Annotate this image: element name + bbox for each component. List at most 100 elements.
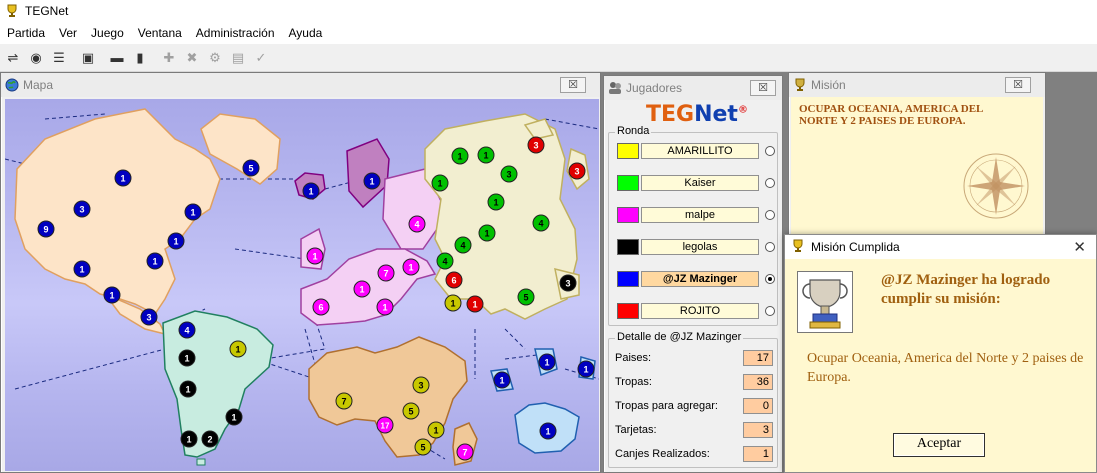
regroup-icon[interactable]: ⚙ — [204, 47, 226, 69]
army-marker[interactable]: 1 — [73, 260, 91, 278]
accept-button[interactable]: Aceptar — [893, 433, 985, 457]
army-marker[interactable]: 1 — [577, 360, 595, 378]
army-marker[interactable]: 1 — [302, 182, 320, 200]
dialog-close-button[interactable]: ✕ — [1073, 238, 1086, 256]
army-marker[interactable]: 1 — [493, 371, 511, 389]
army-marker[interactable]: 4 — [178, 321, 196, 339]
army-marker[interactable]: 3 — [527, 136, 545, 154]
army-count: 7 — [341, 397, 346, 407]
army-count: 4 — [414, 220, 419, 230]
player-turn-radio[interactable] — [765, 178, 775, 188]
army-marker[interactable]: 1 — [431, 174, 449, 192]
player-turn-radio[interactable] — [765, 146, 775, 156]
teg-trophy-icon — [5, 4, 19, 18]
army-marker[interactable]: 1 — [363, 172, 381, 190]
attack-icon[interactable]: ✖ — [181, 47, 203, 69]
mission-window-caption: Misión ☒ — [789, 73, 1045, 97]
army-marker[interactable]: 1 — [444, 294, 462, 312]
player-row[interactable]: Kaiser — [617, 173, 775, 193]
army-marker[interactable]: 1 — [184, 203, 202, 221]
player-turn-radio[interactable] — [765, 274, 775, 284]
save-icon[interactable]: ▣ — [77, 47, 99, 69]
add-armies-icon[interactable]: ✚ — [158, 47, 180, 69]
army-marker[interactable]: 9 — [37, 220, 55, 238]
world-map-canvas[interactable]: 151139111113147116 11771 11314144533613113… — [5, 99, 599, 471]
army-marker[interactable]: 3 — [500, 165, 518, 183]
player-row[interactable]: @JZ Mazinger — [617, 269, 775, 289]
army-marker[interactable]: 1 — [538, 353, 556, 371]
player-name: AMARILLITO — [641, 143, 759, 159]
army-marker[interactable]: 1 — [466, 295, 484, 313]
army-marker[interactable]: 1 — [179, 380, 197, 398]
players-close-button[interactable]: ☒ — [750, 80, 776, 96]
card-exchange-icon[interactable]: ▤ — [227, 47, 249, 69]
detail-row: Paises: 17 — [615, 349, 773, 367]
army-marker[interactable]: 1 — [478, 224, 496, 242]
menu-ventana[interactable]: Ventana — [131, 22, 189, 44]
list-icon[interactable]: ☰ — [48, 47, 70, 69]
army-marker[interactable]: 5 — [517, 288, 535, 306]
player-row[interactable]: ROJITO — [617, 301, 775, 321]
army-marker[interactable]: 1 — [178, 349, 196, 367]
cards-icon[interactable]: ▬ — [106, 47, 128, 69]
army-marker[interactable]: 3 — [140, 308, 158, 326]
army-marker[interactable]: 7 — [377, 264, 395, 282]
army-marker[interactable]: 1 — [487, 193, 505, 211]
mission-icon[interactable]: ▮ — [129, 47, 151, 69]
army-marker[interactable]: 1 — [229, 340, 247, 358]
army-marker[interactable]: 7 — [456, 443, 474, 461]
army-marker[interactable]: 1 — [103, 286, 121, 304]
army-marker[interactable]: 1 — [306, 247, 324, 265]
menu-juego[interactable]: Juego — [84, 22, 131, 44]
army-marker[interactable]: 1 — [225, 408, 243, 426]
start-game-icon[interactable]: ◉ — [25, 47, 47, 69]
army-marker[interactable]: 1 — [539, 422, 557, 440]
menu-partida[interactable]: Partida — [0, 22, 52, 44]
army-marker[interactable]: 1 — [114, 169, 132, 187]
world-map[interactable]: 1 5 1 1 3 9 1 1 1 1 1 3 1 4 7 1 1 6 1 17 7 1 1 1 3 1 4 1 4 4 5 3 3 6 1 3 1 1 3… — [5, 99, 599, 471]
player-turn-radio[interactable] — [765, 242, 775, 252]
army-marker[interactable]: 3 — [73, 200, 91, 218]
player-turn-radio[interactable] — [765, 306, 775, 316]
army-marker[interactable]: 4 — [436, 252, 454, 270]
army-marker[interactable]: 3 — [412, 376, 430, 394]
army-marker[interactable]: 1 — [477, 146, 495, 164]
army-marker[interactable]: 3 — [568, 162, 586, 180]
army-marker[interactable]: 6 — [312, 298, 330, 316]
army-marker[interactable]: 5 — [402, 402, 420, 420]
player-name: @JZ Mazinger — [641, 271, 759, 287]
player-turn-radio[interactable] — [765, 210, 775, 220]
army-marker[interactable]: 3 — [559, 274, 577, 292]
army-marker[interactable]: 4 — [408, 215, 426, 233]
army-marker[interactable]: 1 — [376, 298, 394, 316]
end-turn-icon[interactable]: ✓ — [250, 47, 272, 69]
app-title: TEGNet — [25, 4, 69, 18]
army-marker[interactable]: 1 — [353, 280, 371, 298]
player-row[interactable]: malpe — [617, 205, 775, 225]
menu-administracion[interactable]: Administración — [189, 22, 282, 44]
army-marker[interactable]: 1 — [427, 421, 445, 439]
army-marker[interactable]: 1 — [167, 232, 185, 250]
army-marker[interactable]: 1 — [146, 252, 164, 270]
army-count: 1 — [235, 345, 240, 355]
connect-icon[interactable]: ⇌ — [2, 47, 24, 69]
player-row[interactable]: AMARILLITO — [617, 141, 775, 161]
army-marker[interactable]: 5 — [414, 438, 432, 456]
map-close-button[interactable]: ☒ — [560, 77, 586, 93]
menu-ayuda[interactable]: Ayuda — [282, 22, 330, 44]
army-marker[interactable]: 5 — [242, 159, 260, 177]
army-marker[interactable]: 4 — [532, 214, 550, 232]
army-marker[interactable]: 1 — [180, 430, 198, 448]
menu-ver[interactable]: Ver — [52, 22, 84, 44]
army-marker[interactable]: 17 — [376, 416, 394, 434]
army-marker[interactable]: 4 — [454, 236, 472, 254]
mission-close-button[interactable]: ☒ — [1005, 77, 1031, 93]
player-row[interactable]: legolas — [617, 237, 775, 257]
army-marker[interactable]: 1 — [451, 147, 469, 165]
army-marker[interactable]: 7 — [335, 392, 353, 410]
army-marker[interactable]: 6 — [445, 271, 463, 289]
army-count: 1 — [308, 187, 313, 197]
army-marker[interactable]: 2 — [201, 430, 219, 448]
army-marker[interactable]: 1 — [402, 258, 420, 276]
army-count: 3 — [574, 167, 579, 177]
